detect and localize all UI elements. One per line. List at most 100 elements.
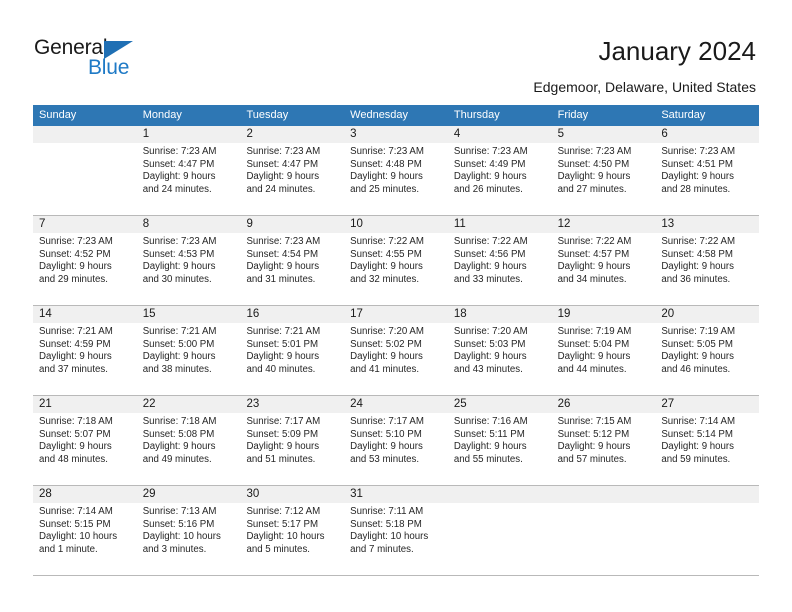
day-cell[interactable]: 7 Sunrise: 7:23 AM Sunset: 4:52 PM Dayli… [33,216,137,305]
sunrise-text: Sunrise: 7:21 AM [39,326,113,337]
daylight-text-line2: and 48 minutes. [39,453,108,465]
day-details: Sunrise: 7:21 AM Sunset: 4:59 PM Dayligh… [33,323,137,376]
daylight-text-line1: Daylight: 10 hours [39,531,118,543]
sunset-text: Sunset: 5:01 PM [246,338,319,350]
logo-text-blue: Blue [88,56,130,79]
day-number: 15 [136,306,241,323]
day-cell[interactable]: 5 Sunrise: 7:23 AM Sunset: 4:50 PM Dayli… [551,126,656,215]
daylight-text-line1: Daylight: 10 hours [246,531,325,543]
sunrise-text: Sunrise: 7:17 AM [246,416,321,427]
day-details: Sunrise: 7:22 AM Sunset: 4:56 PM Dayligh… [448,233,552,286]
day-cell[interactable]: 27 Sunrise: 7:14 AM Sunset: 5:14 PM Dayl… [655,396,760,485]
sunset-text: Sunset: 5:04 PM [557,338,630,350]
sunrise-text: Sunrise: 7:12 AM [246,506,321,517]
daylight-text-line2: and 32 minutes. [350,273,420,285]
day-number: 31 [344,486,448,503]
weekday-header-row: Sunday Monday Tuesday Wednesday Thursday… [33,105,759,126]
day-cell[interactable]: 21 Sunrise: 7:18 AM Sunset: 5:07 PM Dayl… [33,396,137,485]
daylight-text-line2: and 53 minutes. [350,453,420,465]
day-details: Sunrise: 7:22 AM Sunset: 4:58 PM Dayligh… [655,233,759,286]
day-cell[interactable]: 23 Sunrise: 7:17 AM Sunset: 5:09 PM Dayl… [240,396,345,485]
sunrise-text: Sunrise: 7:23 AM [39,236,113,247]
daylight-text-line2: and 38 minutes. [142,363,212,375]
day-cell[interactable]: 8 Sunrise: 7:23 AM Sunset: 4:53 PM Dayli… [136,216,241,305]
day-cell[interactable] [551,486,656,575]
daylight-text-line2: and 33 minutes. [453,273,523,285]
weekday-header-friday: Friday [557,109,589,121]
day-cell[interactable]: 15 Sunrise: 7:21 AM Sunset: 5:00 PM Dayl… [136,306,241,395]
sunset-text: Sunset: 4:48 PM [350,158,422,170]
day-cell[interactable]: 30 Sunrise: 7:12 AM Sunset: 5:17 PM Dayl… [240,486,345,575]
page-subtitle: Edgemoor, Delaware, United States [533,79,756,95]
day-cell[interactable]: 1 Sunrise: 7:23 AM Sunset: 4:47 PM Dayli… [136,126,241,215]
week-row: 21 Sunrise: 7:18 AM Sunset: 5:07 PM Dayl… [33,396,760,486]
day-number [33,126,137,143]
day-cell[interactable]: 6 Sunrise: 7:23 AM Sunset: 4:51 PM Dayli… [655,126,760,215]
daylight-text-line2: and 43 minutes. [453,363,523,375]
day-cell[interactable]: 22 Sunrise: 7:18 AM Sunset: 5:08 PM Dayl… [136,396,241,485]
day-number: 4 [447,126,552,143]
day-number: 27 [655,396,760,413]
sunrise-text: Sunrise: 7:20 AM [350,326,424,337]
day-cell[interactable]: 13 Sunrise: 7:22 AM Sunset: 4:58 PM Dayl… [655,216,760,305]
day-cell[interactable] [447,486,552,575]
day-cell[interactable]: 3 Sunrise: 7:23 AM Sunset: 4:48 PM Dayli… [344,126,448,215]
daylight-text-line2: and 31 minutes. [246,273,316,285]
sunrise-text: Sunrise: 7:15 AM [557,416,632,427]
day-cell[interactable]: 12 Sunrise: 7:22 AM Sunset: 4:57 PM Dayl… [551,216,656,305]
weekday-header-wednesday: Wednesday [350,109,409,121]
day-cell[interactable]: 2 Sunrise: 7:23 AM Sunset: 4:47 PM Dayli… [240,126,345,215]
daylight-text-line2: and 5 minutes. [246,543,310,555]
day-details [33,143,137,146]
day-cell[interactable]: 20 Sunrise: 7:19 AM Sunset: 5:05 PM Dayl… [655,306,760,395]
sunset-text: Sunset: 5:11 PM [453,428,525,440]
day-number: 17 [344,306,448,323]
day-cell[interactable] [33,126,137,215]
sunrise-text: Sunrise: 7:21 AM [142,326,217,337]
day-number: 16 [240,306,345,323]
daylight-text-line1: Daylight: 9 hours [661,441,735,453]
daylight-text-line2: and 28 minutes. [661,183,731,195]
day-cell[interactable]: 28 Sunrise: 7:14 AM Sunset: 5:15 PM Dayl… [33,486,137,575]
day-number: 24 [344,396,448,413]
day-number: 18 [447,306,552,323]
day-number: 22 [136,396,241,413]
sunrise-text: Sunrise: 7:23 AM [246,236,321,247]
daylight-text-line1: Daylight: 9 hours [661,171,735,183]
day-details: Sunrise: 7:19 AM Sunset: 5:04 PM Dayligh… [552,323,656,376]
daylight-text-line1: Daylight: 10 hours [142,531,221,543]
day-details: Sunrise: 7:23 AM Sunset: 4:51 PM Dayligh… [655,143,759,196]
day-cell[interactable] [655,486,760,575]
day-number [655,486,760,503]
calendar-page: General Blue January 2024 Edgemoor, Dela… [0,0,792,612]
day-cell[interactable]: 31 Sunrise: 7:11 AM Sunset: 5:18 PM Dayl… [344,486,448,575]
generalblue-logo: General Blue [34,36,234,86]
page-title: January 2024 [598,36,756,66]
day-details: Sunrise: 7:14 AM Sunset: 5:14 PM Dayligh… [655,413,759,466]
day-cell[interactable]: 10 Sunrise: 7:22 AM Sunset: 4:55 PM Dayl… [344,216,448,305]
day-number: 13 [655,216,760,233]
day-cell[interactable]: 25 Sunrise: 7:16 AM Sunset: 5:11 PM Dayl… [447,396,552,485]
day-cell[interactable]: 26 Sunrise: 7:15 AM Sunset: 5:12 PM Dayl… [551,396,656,485]
week-row: 14 Sunrise: 7:21 AM Sunset: 4:59 PM Dayl… [33,306,760,396]
week-row: 28 Sunrise: 7:14 AM Sunset: 5:15 PM Dayl… [33,486,760,576]
daylight-text-line2: and 44 minutes. [557,363,627,375]
day-cell[interactable]: 11 Sunrise: 7:22 AM Sunset: 4:56 PM Dayl… [447,216,552,305]
day-cell[interactable]: 29 Sunrise: 7:13 AM Sunset: 5:16 PM Dayl… [136,486,241,575]
day-cell[interactable]: 18 Sunrise: 7:20 AM Sunset: 5:03 PM Dayl… [447,306,552,395]
day-cell[interactable]: 16 Sunrise: 7:21 AM Sunset: 5:01 PM Dayl… [240,306,345,395]
day-cell[interactable]: 9 Sunrise: 7:23 AM Sunset: 4:54 PM Dayli… [240,216,345,305]
daylight-text-line2: and 36 minutes. [661,273,731,285]
daylight-text-line1: Daylight: 9 hours [350,351,423,363]
sunrise-text: Sunrise: 7:13 AM [142,506,217,517]
day-details: Sunrise: 7:12 AM Sunset: 5:17 PM Dayligh… [240,503,344,556]
day-number: 21 [33,396,137,413]
daylight-text-line2: and 41 minutes. [350,363,420,375]
day-cell[interactable]: 14 Sunrise: 7:21 AM Sunset: 4:59 PM Dayl… [33,306,137,395]
day-cell[interactable]: 24 Sunrise: 7:17 AM Sunset: 5:10 PM Dayl… [344,396,448,485]
day-number: 6 [655,126,760,143]
day-cell[interactable]: 4 Sunrise: 7:23 AM Sunset: 4:49 PM Dayli… [447,126,552,215]
weekday-header-tuesday: Tuesday [246,109,289,121]
day-cell[interactable]: 17 Sunrise: 7:20 AM Sunset: 5:02 PM Dayl… [344,306,448,395]
day-cell[interactable]: 19 Sunrise: 7:19 AM Sunset: 5:04 PM Dayl… [551,306,656,395]
